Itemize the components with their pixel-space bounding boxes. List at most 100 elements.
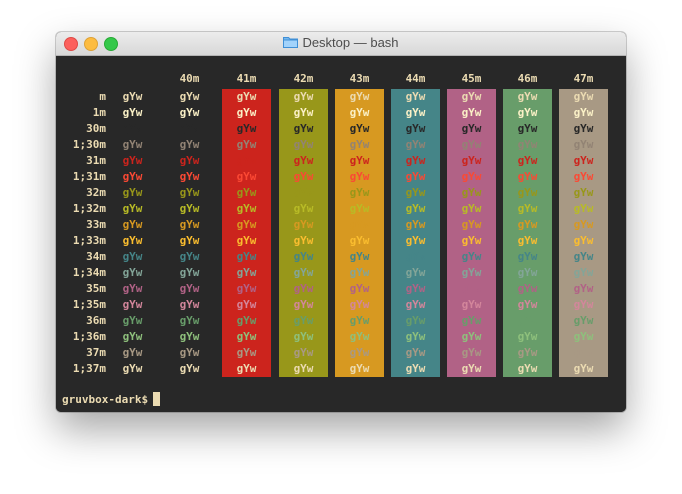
terminal-screen[interactable]: gruvbox-dark$ 40m 41m 42m 43m 44m 45m 46m 47m m g… [56,56,626,412]
sample-cell: gYw [122,106,143,119]
sample-cell: gYw [405,90,426,103]
sample-cell: gYw [517,122,538,135]
sample-cell: gYw [517,138,538,151]
table-row: 33m gYw gYw gYw gYw gYw gYw gYw gYw gYw [56,217,626,233]
sample-cell: gYw [293,298,314,311]
row-label: 37m [86,346,106,359]
sample-cell: gYw [405,314,426,327]
terminal-window: Desktop — bash gruvbox-dark$ 40m 41m 42m 43… [56,32,626,412]
table-row: 1;31m gYw gYw gYw gYw gYw gYw gYw gYw gYw [56,169,626,185]
sample-cell: gYw [349,154,370,167]
text-cursor [153,392,161,406]
sample-cell: gYw [573,250,594,263]
sample-cell: gYw [236,346,257,359]
folder-icon [283,36,299,48]
sample-cell: gYw [349,122,370,135]
sample-cell: gYw [179,122,200,135]
sample-cell: gYw [349,186,370,199]
sample-cell: gYw [405,282,426,295]
sample-cell: gYw [405,106,426,119]
sample-cell: gYw [349,90,370,103]
sample-cell: gYw [122,218,143,231]
sample-cell: gYw [461,106,482,119]
sample-cell: gYw [573,138,594,151]
row-label: m [99,90,106,103]
table-row: 1;32m gYw gYw gYw gYw gYw gYw gYw gYw gYw [56,201,626,217]
sample-cell: gYw [405,346,426,359]
prompt-line: gruvbox-dark$ [62,392,161,408]
sample-cell: gYw [461,122,482,135]
sample-cell: gYw [573,202,594,215]
sample-cell: gYw [573,314,594,327]
sample-cell: gYw [405,122,426,135]
sample-cell: gYw [573,362,594,375]
sample-cell: gYw [122,346,143,359]
sample-cell: gYw [293,362,314,375]
row-label: 35m [86,282,106,295]
row-label: 1;34m [72,266,106,279]
row-label: 31m [86,154,106,167]
column-header: 44m [405,72,426,85]
sample-cell: gYw [179,346,200,359]
sample-cell: gYw [122,122,143,135]
row-label: 36m [86,314,106,327]
sample-cell: gYw [573,154,594,167]
sample-cell: gYw [179,362,200,375]
sample-cell: gYw [405,170,426,183]
title-bar[interactable]: Desktop — bash [56,32,626,56]
sample-cell: gYw [179,266,200,279]
sample-cell: gYw [461,250,482,263]
sample-cell: gYw [405,298,426,311]
sample-cell: gYw [236,170,257,183]
column-header: 42m [293,72,314,85]
sample-cell: gYw [461,186,482,199]
sample-cell: gYw [349,314,370,327]
sample-cell: gYw [122,250,143,263]
table-row: m gYw gYw gYw gYw gYw gYw gYw gYw gYw [56,89,626,105]
sample-cell: gYw [517,314,538,327]
sample-cell: gYw [405,250,426,263]
sample-cell: gYw [179,186,200,199]
column-header: 40m [179,72,200,85]
sample-cell: gYw [349,282,370,295]
sample-cell: gYw [293,186,314,199]
table-row: 31m gYw gYw gYw gYw gYw gYw gYw gYw gYw [56,153,626,169]
sample-cell: gYw [179,234,200,247]
sample-cell: gYw [236,122,257,135]
sample-cell: gYw [517,218,538,231]
sample-cell: gYw [293,282,314,295]
sample-cell: gYw [461,298,482,311]
row-label: 32m [86,186,106,199]
table-row: 1;36m gYw gYw gYw gYw gYw gYw gYw gYw gYw [56,329,626,345]
sample-cell: gYw [517,90,538,103]
sample-cell: gYw [573,330,594,343]
row-label: 1;37m [72,362,106,375]
sample-cell: gYw [349,362,370,375]
sample-cell: gYw [349,202,370,215]
sample-cell: gYw [405,234,426,247]
sample-cell: gYw [573,90,594,103]
sample-cell: gYw [122,138,143,151]
row-label: 1;33m [72,234,106,247]
table-row: 32m gYw gYw gYw gYw gYw gYw gYw gYw gYw [56,185,626,201]
sample-cell: gYw [573,218,594,231]
table-row: 35m gYw gYw gYw gYw gYw gYw gYw gYw gYw [56,281,626,297]
sample-cell: gYw [405,330,426,343]
sample-cell: gYw [293,122,314,135]
sample-cell: gYw [293,202,314,215]
sample-cell: gYw [461,266,482,279]
sample-cell: gYw [179,138,200,151]
sample-cell: gYw [461,202,482,215]
sample-cell: gYw [349,138,370,151]
table-row: 1;30m gYw gYw gYw gYw gYw gYw gYw gYw gYw [56,137,626,153]
sample-cell: gYw [461,314,482,327]
sample-cell: gYw [122,298,143,311]
sample-cell: gYw [349,170,370,183]
sample-cell: gYw [517,298,538,311]
sample-cell: gYw [293,170,314,183]
sample-cell: gYw [517,234,538,247]
row-label: 1;32m [72,202,106,215]
sample-cell: gYw [293,266,314,279]
table-row: 1;35m gYw gYw gYw gYw gYw gYw gYw gYw gYw [56,297,626,313]
sample-cell: gYw [122,90,143,103]
